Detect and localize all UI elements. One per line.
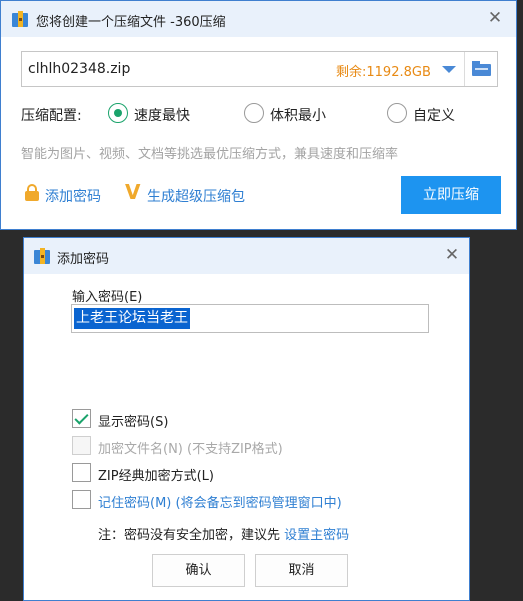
chevron-down-icon[interactable]: [442, 66, 456, 73]
archive-app-icon: [34, 248, 50, 264]
close-icon[interactable]: ✕: [441, 244, 463, 266]
output-path-box: 剩余:1192.8GB: [21, 51, 498, 87]
password-input[interactable]: 上老王论坛当老王: [71, 304, 429, 333]
window-title: 您将创建一个压缩文件 -360压缩: [36, 15, 226, 30]
output-path-input[interactable]: [28, 59, 328, 79]
path-divider: [464, 52, 465, 86]
add-password-link[interactable]: 添加密码: [45, 186, 101, 206]
zip-classic-encrypt-checkbox[interactable]: [72, 463, 91, 482]
cancel-button[interactable]: 取消: [255, 554, 348, 587]
remember-password-label[interactable]: 记住密码(M) (将会备忘到密码管理窗口中): [98, 492, 342, 511]
security-note-text: 注：密码没有安全加密，建议先: [98, 528, 285, 543]
ok-button[interactable]: 确认: [152, 554, 245, 587]
dialog-title-bar: 添加密码 ✕: [24, 238, 469, 274]
radio-label-fastest: 速度最快: [134, 108, 190, 124]
zip-classic-encrypt-label: ZIP经典加密方式(L): [98, 469, 214, 484]
lock-icon: [25, 184, 39, 201]
title-bar: 您将创建一个压缩文件 -360压缩 ✕: [1, 1, 516, 37]
super-package-icon: V: [125, 180, 141, 204]
encrypt-filename-label: 加密文件名(N) (不支持ZIP格式): [98, 442, 283, 457]
dialog-title: 添加密码: [57, 252, 110, 267]
compress-config-label: 压缩配置:: [21, 108, 82, 124]
super-package-link[interactable]: 生成超级压缩包: [147, 186, 245, 206]
radio-button[interactable]: [387, 103, 407, 123]
compress-window: 您将创建一个压缩文件 -360压缩 ✕ 剩余:1192.8GB 压缩配置: 速度…: [0, 0, 517, 230]
radio-button[interactable]: [108, 103, 128, 123]
archive-app-icon: [12, 11, 28, 27]
compress-now-button[interactable]: 立即压缩: [401, 176, 501, 214]
set-master-password-link[interactable]: 设置主密码: [284, 528, 349, 543]
remember-password-checkbox[interactable]: [72, 490, 91, 509]
add-password-dialog: 添加密码 ✕ 输入密码(E) 上老王论坛当老王 显示密码(S) 加密文件名(N)…: [23, 237, 470, 601]
close-icon[interactable]: ✕: [484, 7, 506, 29]
password-value: 上老王论坛当老王: [74, 308, 190, 329]
show-password-label: 显示密码(S): [98, 415, 169, 430]
password-field-label: 输入密码(E): [72, 290, 143, 305]
config-hint: 智能为图片、视频、文档等挑选最优压缩方式，兼具速度和压缩率: [21, 147, 399, 162]
radio-label-custom: 自定义: [413, 108, 455, 124]
radio-button[interactable]: [244, 103, 264, 123]
radio-label-smallest: 体积最小: [270, 108, 326, 124]
folder-icon[interactable]: [472, 61, 491, 76]
remaining-space-label: 剩余:1192.8GB: [336, 65, 431, 80]
security-note: 注：密码没有安全加密，建议先 设置主密码: [98, 524, 349, 543]
encrypt-filename-checkbox: [72, 436, 91, 455]
show-password-checkbox[interactable]: [72, 409, 91, 428]
